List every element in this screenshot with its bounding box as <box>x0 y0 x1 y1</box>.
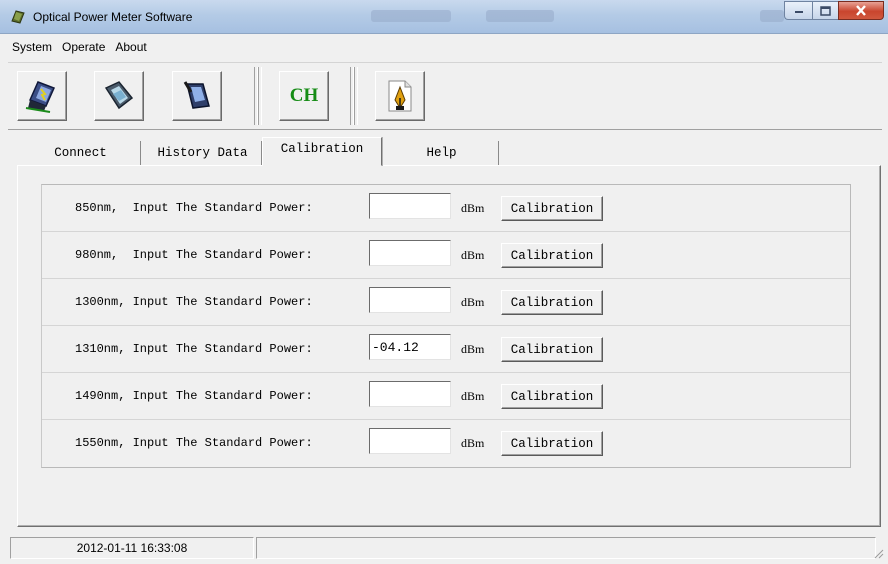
calibration-group: 850nm, Input The Standard Power: dBm Cal… <box>41 184 851 468</box>
toolbar-separator <box>258 67 262 125</box>
tab-help[interactable]: Help <box>385 141 499 165</box>
standard-power-input-1490nm[interactable] <box>369 381 451 407</box>
standard-power-input-1310nm[interactable] <box>369 334 451 360</box>
close-button[interactable] <box>838 1 884 20</box>
app-icon <box>11 10 25 24</box>
app-window: Optical Power Meter Software System Oper… <box>0 0 888 564</box>
monitor-button[interactable] <box>94 71 144 121</box>
blurred-title-text <box>371 10 451 22</box>
title-bar[interactable]: Optical Power Meter Software <box>0 0 888 34</box>
wavelength-label: 1310nm, Input The Standard Power: <box>75 342 313 356</box>
report-button[interactable] <box>375 71 425 121</box>
minimize-button[interactable] <box>784 1 812 20</box>
resize-grip-icon[interactable] <box>872 547 884 559</box>
calibration-row-1550nm: 1550nm, Input The Standard Power: dBm Ca… <box>42 420 850 467</box>
window-title: Optical Power Meter Software <box>33 10 193 24</box>
calibration-row-1310nm: 1310nm, Input The Standard Power: dBm Ca… <box>42 326 850 373</box>
unit-label: dBm <box>461 201 485 215</box>
menu-bar: System Operate About <box>8 36 882 58</box>
tab-history-data[interactable]: History Data <box>144 141 262 165</box>
toolbar: CH <box>8 62 882 130</box>
toolbar-separator <box>354 67 358 125</box>
minimize-icon <box>794 10 803 13</box>
calibration-button-1310nm[interactable]: Calibration <box>501 337 603 362</box>
blurred-title-text <box>760 10 784 22</box>
report-pen-icon <box>388 80 412 112</box>
blurred-title-text <box>486 10 554 22</box>
status-datetime: 2012-01-11 16:33:08 <box>10 537 254 559</box>
standard-power-input-980nm[interactable] <box>369 240 451 266</box>
calibration-button-980nm[interactable]: Calibration <box>501 243 603 268</box>
unit-label: dBm <box>461 295 485 309</box>
calibration-row-850nm: 850nm, Input The Standard Power: dBm Cal… <box>42 185 850 232</box>
close-icon <box>856 5 866 16</box>
standard-power-input-1550nm[interactable] <box>369 428 451 454</box>
device-probe-icon <box>183 81 210 109</box>
menu-operate[interactable]: Operate <box>58 40 109 54</box>
unit-label: dBm <box>461 389 485 403</box>
status-bar: 2012-01-11 16:33:08 <box>8 537 886 561</box>
maximize-button[interactable] <box>812 1 838 20</box>
wavelength-label: 1490nm, Input The Standard Power: <box>75 389 313 403</box>
connect-device-button[interactable] <box>17 71 67 121</box>
standard-power-input-1300nm[interactable] <box>369 287 451 313</box>
tab-connect[interactable]: Connect <box>21 141 141 165</box>
menu-system[interactable]: System <box>8 40 56 54</box>
calibration-button-1300nm[interactable]: Calibration <box>501 290 603 315</box>
calibration-row-1490nm: 1490nm, Input The Standard Power: dBm Ca… <box>42 373 850 420</box>
channel-label: CH <box>289 85 319 106</box>
wavelength-label: 850nm, Input The Standard Power: <box>75 201 313 215</box>
calibration-button-1490nm[interactable]: Calibration <box>501 384 603 409</box>
unit-label: dBm <box>461 248 485 262</box>
window-controls <box>784 1 884 21</box>
unit-label: dBm <box>461 342 485 356</box>
channel-button[interactable]: CH <box>279 71 329 121</box>
unit-label: dBm <box>461 436 485 450</box>
standard-power-input-850nm[interactable] <box>369 193 451 219</box>
maximize-icon <box>820 5 831 16</box>
menu-about[interactable]: About <box>111 40 150 54</box>
calibration-row-1300nm: 1300nm, Input The Standard Power: dBm Ca… <box>42 279 850 326</box>
connect-device-icon <box>25 81 56 113</box>
wavelength-label: 1550nm, Input The Standard Power: <box>75 436 313 450</box>
wavelength-label: 1300nm, Input The Standard Power: <box>75 295 313 309</box>
calibration-row-980nm: 980nm, Input The Standard Power: dBm Cal… <box>42 232 850 279</box>
calibration-button-850nm[interactable]: Calibration <box>501 196 603 221</box>
monitor-icon <box>104 81 134 110</box>
wavelength-label: 980nm, Input The Standard Power: <box>75 248 313 262</box>
device-probe-button[interactable] <box>172 71 222 121</box>
tab-calibration[interactable]: Calibration <box>262 137 382 166</box>
calibration-button-1550nm[interactable]: Calibration <box>501 431 603 456</box>
tab-strip: Connect History Data Calibration Help <box>17 137 877 166</box>
calibration-panel: 850nm, Input The Standard Power: dBm Cal… <box>17 165 881 527</box>
status-secondary <box>256 537 876 559</box>
